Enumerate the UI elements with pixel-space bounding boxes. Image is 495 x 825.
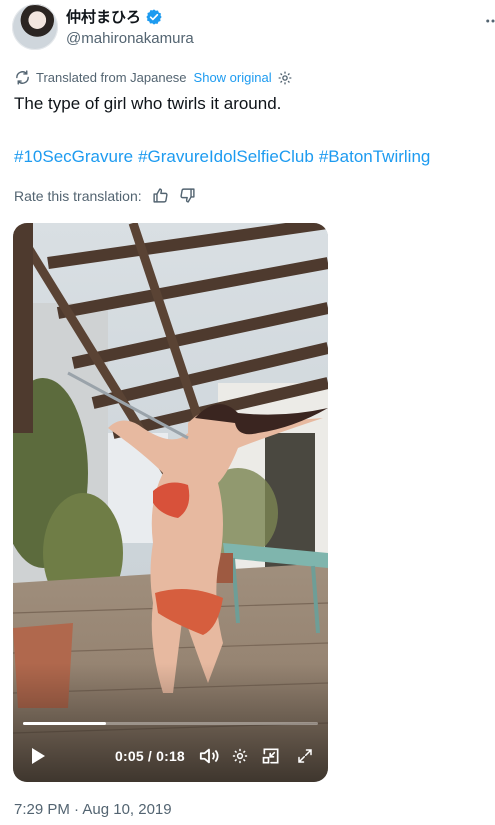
video-progress-bar[interactable] (23, 722, 318, 725)
gear-icon[interactable] (227, 740, 253, 772)
tweet-text: The type of girl who twirls it around. (14, 94, 282, 113)
play-icon[interactable] (25, 740, 51, 772)
show-original-link[interactable]: Show original (194, 70, 272, 85)
fullscreen-icon[interactable] (292, 740, 318, 772)
verified-badge-icon (145, 8, 163, 26)
more-options-button[interactable] (478, 8, 495, 38)
tweet-timestamp[interactable]: 7:29 PM · Aug 10, 2019 (14, 801, 172, 818)
video-controls: 0:05 / 0:18 (13, 740, 328, 772)
translated-label: Translated from Japanese (36, 70, 187, 85)
video-progress-fill (23, 722, 106, 725)
display-name[interactable]: 仲村まひろ (66, 6, 141, 27)
author-handle[interactable]: @mahironakamura (66, 30, 194, 47)
video-player[interactable]: 0:05 / 0:18 (13, 223, 328, 782)
hashtag-link[interactable]: #BatonTwirling (319, 147, 431, 166)
hashtag-link[interactable]: #GravureIdolSelfieClub (138, 147, 314, 166)
avatar[interactable] (12, 4, 58, 50)
thumbs-up-icon[interactable] (152, 187, 169, 204)
rating-label: Rate this translation: (14, 187, 142, 204)
translation-rating: Rate this translation: (14, 187, 196, 204)
volume-icon[interactable] (196, 740, 222, 772)
more-dots-icon (484, 12, 495, 35)
author-name-row[interactable]: 仲村まひろ (66, 6, 163, 27)
gear-icon[interactable] (277, 70, 293, 86)
picture-in-picture-icon[interactable] (258, 740, 284, 772)
translation-notice: Translated from Japanese Show original (14, 69, 293, 86)
hashtag-list: #10SecGravure #GravureIdolSelfieClub #Bato… (14, 147, 435, 167)
translate-icon (14, 69, 31, 86)
video-time: 0:05 / 0:18 (115, 748, 185, 764)
thumbs-down-icon[interactable] (179, 187, 196, 204)
video-frame (13, 223, 328, 782)
hashtag-link[interactable]: #10SecGravure (14, 147, 133, 166)
